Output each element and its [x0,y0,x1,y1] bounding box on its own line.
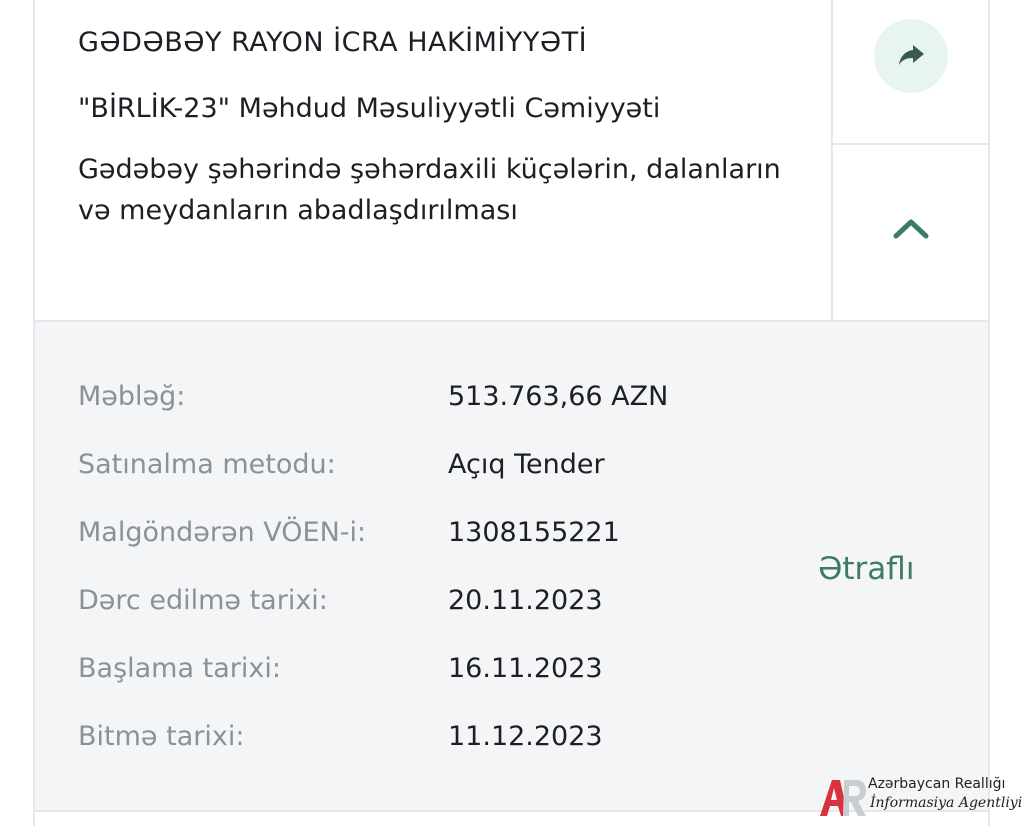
agency-watermark: Azərbaycan Reallığı İnformasiya Agentliy… [818,776,1022,820]
detail-value: 20.11.2023 [448,585,603,616]
detail-value: Açıq Tender [448,449,605,480]
chevron-up-icon [893,219,929,239]
share-button[interactable] [874,19,948,93]
agency-name-line2: İnformasiya Agentliyi [870,795,1023,811]
detail-label: Məbləğ: [78,381,186,412]
agency-logo-icon [820,780,866,816]
more-details-link[interactable]: Ətraflı [818,549,914,589]
agency-name-line1: Azərbaycan Reallığı [868,776,1006,792]
detail-value: 513.763,66 AZN [448,381,669,412]
company-name: "BİRLİK-23" Məhdud Məsuliyyətli Cəmiyyət… [78,93,661,124]
action-column [831,0,990,320]
detail-label: Bitmə tarixi: [78,721,245,752]
detail-value: 11.12.2023 [448,721,603,752]
tender-header-text: GƏDƏBƏY RAYON İCRA HAKİMİYYƏTİ "BİRLİK-2… [78,26,818,231]
detail-label: Başlama tarixi: [78,653,281,684]
tender-details: Məbləğ: 513.763,66 AZN Satınalma metodu:… [35,322,988,812]
action-divider [833,143,990,145]
detail-value: 16.11.2023 [448,653,603,684]
tender-subject: Gədəbəy şəhərində şəhərdaxili küçələrin,… [78,154,781,226]
detail-label: Dərc edilmə tarixi: [78,585,328,616]
detail-value: 1308155221 [448,517,620,548]
collapse-button[interactable] [885,208,937,248]
tender-card: GƏDƏBƏY RAYON İCRA HAKİMİYYƏTİ "BİRLİK-2… [33,0,990,826]
share-arrow-icon [899,45,924,65]
tender-header: GƏDƏBƏY RAYON İCRA HAKİMİYYƏTİ "BİRLİK-2… [35,0,990,322]
organization-name: GƏDƏBƏY RAYON İCRA HAKİMİYYƏTİ [78,27,588,58]
detail-label: Satınalma metodu: [78,449,336,480]
detail-label: Malgöndərən VÖEN-i: [78,517,367,548]
